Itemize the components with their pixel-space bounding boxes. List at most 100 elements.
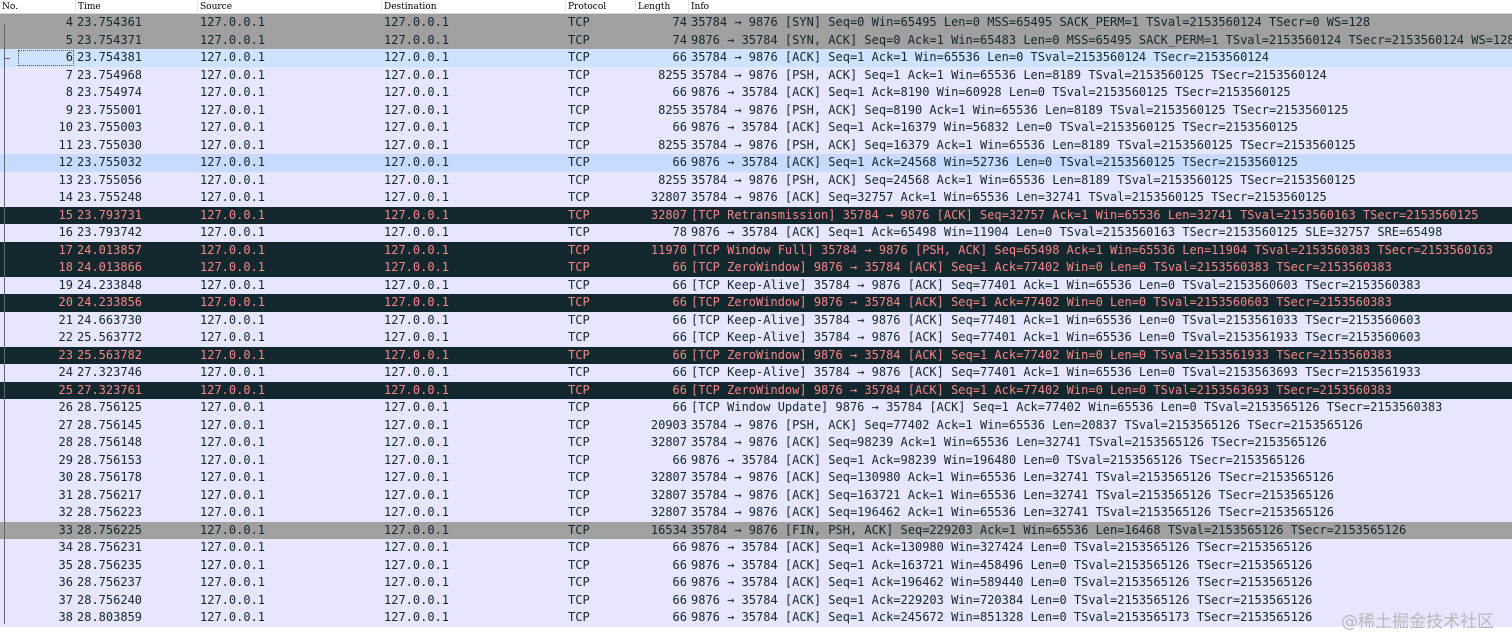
packet-row[interactable]: 8 23.754974 127.0.0.1 127.0.0.1 TCP 66 9876 → … bbox=[0, 84, 1512, 102]
packet-source: 127.0.0.1 bbox=[200, 172, 266, 187]
packet-row[interactable]: 28 28.756148 127.0.0.1 127.0.0.1 TCP 32807 357… bbox=[0, 434, 1512, 452]
packet-info: 9876 → 35784 [ACK] Seq=1 Ack=16379 Win=5… bbox=[691, 120, 1298, 134]
packet-row[interactable]: 35 28.756235 127.0.0.1 127.0.0.1 TCP 66 9876 →… bbox=[0, 556, 1512, 574]
column-header-no[interactable]: No. bbox=[2, 1, 18, 13]
packet-row[interactable]: 32 28.756223 127.0.0.1 127.0.0.1 TCP 32807 357… bbox=[0, 504, 1512, 522]
packet-destination: 127.0.0.1 bbox=[384, 295, 450, 309]
column-separator[interactable] bbox=[381, 0, 382, 14]
packet-row[interactable]: 15 23.793731 127.0.0.1 127.0.0.1 TCP 32807 [TC… bbox=[0, 206, 1512, 224]
packet-info: [TCP Keep-Alive] 35784 → 9876 [ACK] Seq=… bbox=[691, 312, 1421, 327]
packet-length: 66 bbox=[672, 260, 687, 274]
packet-row[interactable]: 21 24.663730 127.0.0.1 127.0.0.1 TCP 66 [TCP K… bbox=[0, 311, 1512, 329]
packet-time: 23.754381 bbox=[77, 50, 143, 64]
packet-length: 32807 bbox=[650, 487, 687, 502]
packet-row[interactable]: 22 25.563772 127.0.0.1 127.0.0.1 TCP 66 [TCP K… bbox=[0, 329, 1512, 347]
packet-no: 13 bbox=[58, 172, 73, 187]
packet-source: 127.0.0.1 bbox=[200, 347, 266, 362]
packet-length: 32807 bbox=[650, 190, 687, 204]
packet-info: 35784 → 9876 [PSH, ACK] Seq=8190 Ack=1 W… bbox=[691, 102, 1349, 117]
packet-row[interactable]: 19 24.233848 127.0.0.1 127.0.0.1 TCP 66 [TCP K… bbox=[0, 276, 1512, 294]
column-separator[interactable] bbox=[688, 0, 689, 14]
packet-protocol: TCP bbox=[568, 575, 590, 589]
packet-info: 35784 → 9876 [ACK] Seq=196462 Ack=1 Win=… bbox=[691, 505, 1334, 519]
packet-time: 28.756145 bbox=[77, 417, 143, 432]
packet-row[interactable]: 36 28.756237 127.0.0.1 127.0.0.1 TCP 66 9876 →… bbox=[0, 574, 1512, 592]
packet-time: 24.013866 bbox=[77, 260, 143, 274]
packet-info: [TCP ZeroWindow] 9876 → 35784 [ACK] Seq=… bbox=[691, 295, 1392, 309]
packet-row[interactable]: 31 28.756217 127.0.0.1 127.0.0.1 TCP 32807 357… bbox=[0, 486, 1512, 504]
packet-destination: 127.0.0.1 bbox=[384, 610, 450, 624]
packet-row[interactable]: 13 23.755056 127.0.0.1 127.0.0.1 TCP 8255 3578… bbox=[0, 171, 1512, 189]
packet-protocol: TCP bbox=[568, 260, 590, 274]
column-header-time[interactable]: Time bbox=[78, 1, 101, 13]
packet-time: 27.323746 bbox=[77, 365, 143, 379]
column-separator[interactable] bbox=[635, 0, 636, 14]
packet-length: 66 bbox=[672, 312, 687, 327]
packet-info: 9876 → 35784 [ACK] Seq=1 Ack=163721 Win=… bbox=[691, 557, 1313, 572]
packet-row[interactable]: 5 23.754371 127.0.0.1 127.0.0.1 TCP 74 9876 → … bbox=[0, 31, 1512, 49]
packet-source: 127.0.0.1 bbox=[200, 400, 266, 414]
column-header-length[interactable]: Length bbox=[638, 1, 670, 13]
packet-row[interactable]: 9 23.755001 127.0.0.1 127.0.0.1 TCP 8255 35784… bbox=[0, 101, 1512, 119]
packet-info: 9876 → 35784 [ACK] Seq=1 Ack=245672 Win=… bbox=[691, 610, 1313, 624]
packet-row[interactable]: 11 23.755030 127.0.0.1 127.0.0.1 TCP 8255 3578… bbox=[0, 136, 1512, 154]
packet-info: 9876 → 35784 [ACK] Seq=1 Ack=24568 Win=5… bbox=[691, 155, 1298, 169]
packet-source: 127.0.0.1 bbox=[200, 102, 266, 117]
column-separator[interactable] bbox=[75, 0, 76, 14]
packet-row[interactable]: 16 23.793742 127.0.0.1 127.0.0.1 TCP 78 9876 →… bbox=[0, 224, 1512, 242]
packet-row[interactable]: 12 23.755032 127.0.0.1 127.0.0.1 TCP 66 9876 →… bbox=[0, 154, 1512, 172]
packet-protocol: TCP bbox=[568, 190, 590, 204]
packet-length: 66 bbox=[672, 400, 687, 414]
packet-destination: 127.0.0.1 bbox=[384, 417, 450, 432]
packet-protocol: TCP bbox=[568, 67, 590, 82]
packet-time: 23.793731 bbox=[77, 207, 143, 222]
packet-row[interactable]: 14 23.755248 127.0.0.1 127.0.0.1 TCP 32807 357… bbox=[0, 189, 1512, 207]
packet-destination: 127.0.0.1 bbox=[384, 347, 450, 362]
packet-no: 24 bbox=[58, 365, 73, 379]
packet-row[interactable]: 10 23.755003 127.0.0.1 127.0.0.1 TCP 66 9876 →… bbox=[0, 119, 1512, 137]
packet-row[interactable]: 27 28.756145 127.0.0.1 127.0.0.1 TCP 20903 357… bbox=[0, 416, 1512, 434]
packet-info: [TCP Window Update] 9876 → 35784 [ACK] S… bbox=[691, 400, 1443, 414]
column-separator[interactable] bbox=[565, 0, 566, 14]
packet-protocol: TCP bbox=[568, 242, 590, 257]
packet-row[interactable]: 23 25.563782 127.0.0.1 127.0.0.1 TCP 66 [TCP Z… bbox=[0, 346, 1512, 364]
column-header-info[interactable]: Info bbox=[691, 1, 709, 13]
packet-row[interactable]: 6 23.754381 127.0.0.1 127.0.0.1 TCP 66 35784 →… bbox=[0, 49, 1512, 67]
packet-info: [TCP Retransmission] 35784 → 9876 [ACK] … bbox=[691, 207, 1479, 222]
packet-info: [TCP Window Full] 35784 → 9876 [PSH, ACK… bbox=[691, 242, 1493, 257]
packet-protocol: TCP bbox=[568, 225, 590, 239]
packet-row[interactable]: 33 28.756225 127.0.0.1 127.0.0.1 TCP 16534 357… bbox=[0, 521, 1512, 539]
packet-protocol: TCP bbox=[568, 347, 590, 362]
packet-row[interactable]: 4 23.754361 127.0.0.1 127.0.0.1 TCP 74 35784 →… bbox=[0, 14, 1512, 32]
packet-no: 4 bbox=[65, 15, 73, 29]
packet-no: 29 bbox=[58, 452, 73, 467]
packet-row[interactable]: 29 28.756153 127.0.0.1 127.0.0.1 TCP 66 9876 →… bbox=[0, 451, 1512, 469]
watermark: @稀土掘金技术社区 bbox=[1341, 612, 1494, 632]
packet-length: 32807 bbox=[650, 505, 687, 519]
packet-protocol: TCP bbox=[568, 172, 590, 187]
packet-row[interactable]: 34 28.756231 127.0.0.1 127.0.0.1 TCP 66 9876 →… bbox=[0, 539, 1512, 557]
packet-row[interactable]: 38 28.803859 127.0.0.1 127.0.0.1 TCP 66 9876 →… bbox=[0, 609, 1512, 627]
column-header-destination[interactable]: Destination bbox=[384, 1, 437, 13]
packet-protocol: TCP bbox=[568, 417, 590, 432]
packet-row[interactable]: 30 28.756178 127.0.0.1 127.0.0.1 TCP 32807 357… bbox=[0, 469, 1512, 487]
packet-row[interactable]: 17 24.013857 127.0.0.1 127.0.0.1 TCP 11970 [TC… bbox=[0, 241, 1512, 259]
packet-length: 20903 bbox=[650, 417, 687, 432]
packet-source: 127.0.0.1 bbox=[200, 487, 266, 502]
packet-length: 66 bbox=[672, 540, 687, 554]
column-header-protocol[interactable]: Protocol bbox=[568, 1, 606, 13]
packet-row[interactable]: 25 27.323761 127.0.0.1 127.0.0.1 TCP 66 [TCP Z… bbox=[0, 381, 1512, 399]
packet-row[interactable]: 20 24.233856 127.0.0.1 127.0.0.1 TCP 66 [TCP Z… bbox=[0, 294, 1512, 312]
packet-destination: 127.0.0.1 bbox=[384, 155, 450, 169]
packet-source: 127.0.0.1 bbox=[200, 575, 266, 589]
packet-row[interactable]: 18 24.013866 127.0.0.1 127.0.0.1 TCP 66 [TCP Z… bbox=[0, 259, 1512, 277]
packet-row[interactable]: 7 23.754968 127.0.0.1 127.0.0.1 TCP 8255 35784… bbox=[0, 66, 1512, 84]
column-separator[interactable] bbox=[197, 0, 198, 14]
packet-row[interactable]: 37 28.756240 127.0.0.1 127.0.0.1 TCP 66 9876 →… bbox=[0, 591, 1512, 609]
packet-no: 5 bbox=[65, 32, 73, 47]
packet-row[interactable]: 26 28.756125 127.0.0.1 127.0.0.1 TCP 66 [TCP W… bbox=[0, 399, 1512, 417]
packet-row[interactable]: 24 27.323746 127.0.0.1 127.0.0.1 TCP 66 [TCP K… bbox=[0, 364, 1512, 382]
packet-time: 23.754361 bbox=[77, 15, 143, 29]
packet-time: 25.563772 bbox=[77, 330, 143, 344]
column-header-source[interactable]: Source bbox=[200, 1, 232, 13]
